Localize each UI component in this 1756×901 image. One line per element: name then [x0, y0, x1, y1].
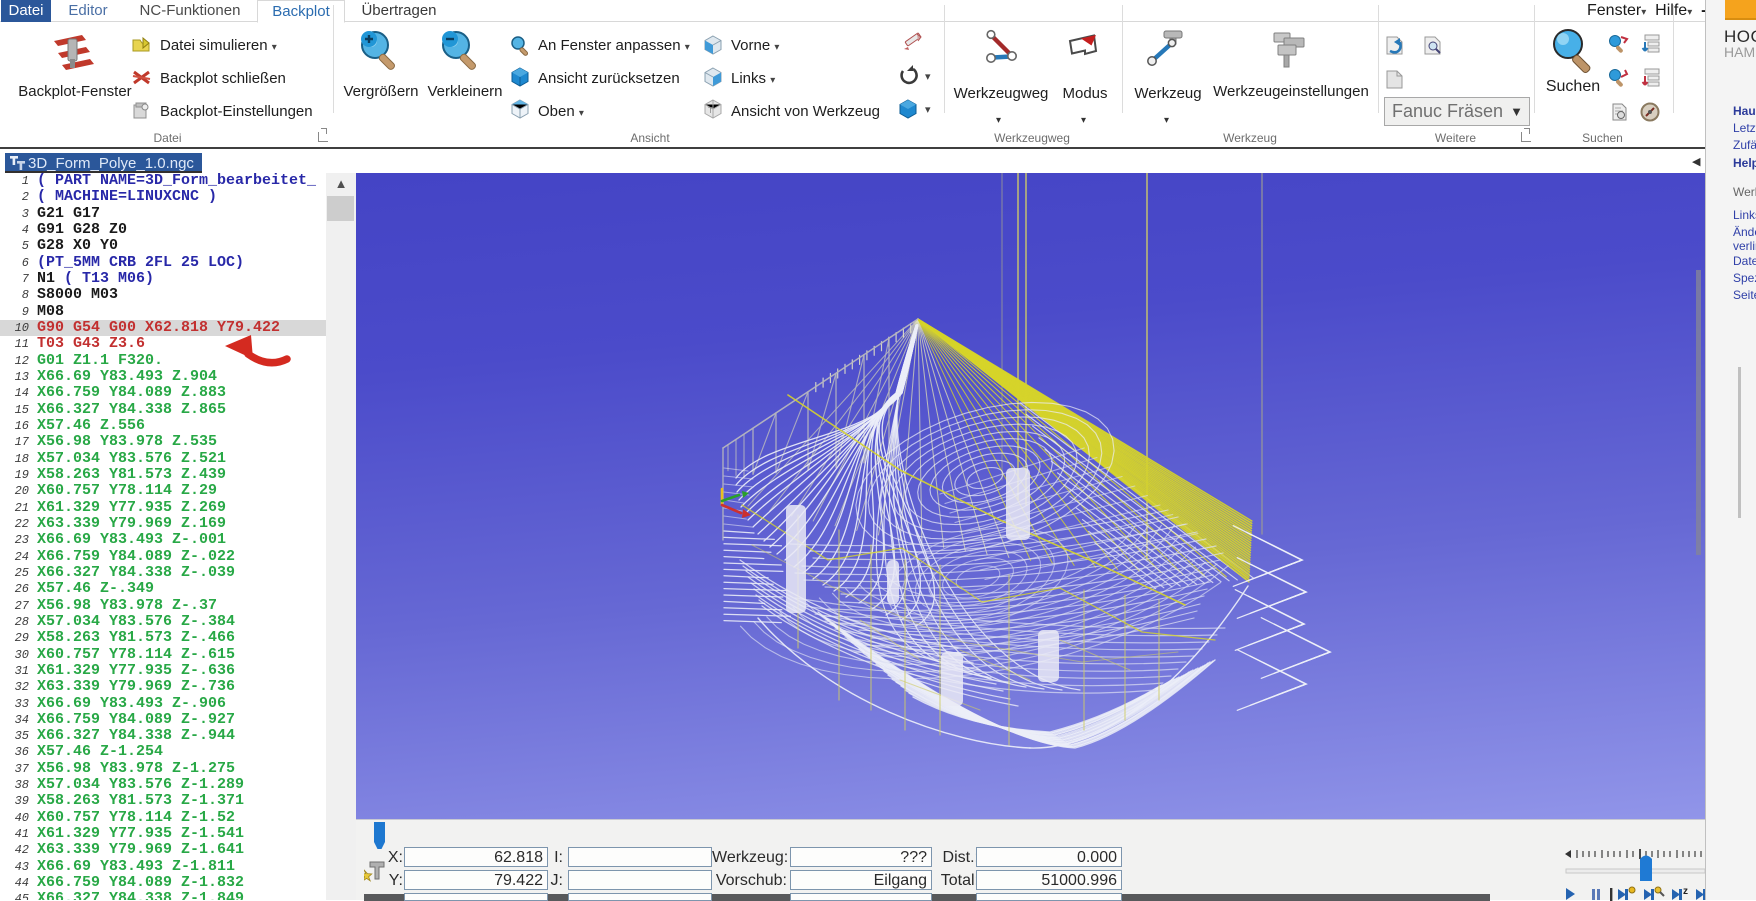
svg-text:T: T — [708, 106, 713, 115]
svg-text:z: z — [1683, 886, 1688, 897]
